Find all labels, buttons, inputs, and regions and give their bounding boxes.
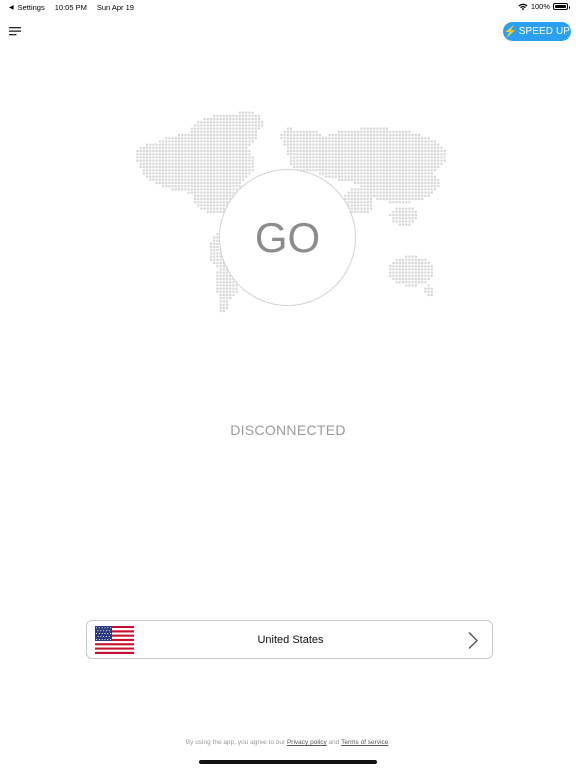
home-indicator	[199, 760, 377, 764]
go-connect-button[interactable]: GO	[219, 169, 356, 306]
go-label: GO	[254, 213, 321, 261]
status-bar: ◀ Settings 10:05 PM Sun Apr 19 100%	[0, 0, 576, 14]
privacy-policy-link[interactable]: Privacy policy	[287, 739, 327, 746]
terms-footer: By using the app, you agree to our Priva…	[0, 739, 576, 746]
footer-suffix: .	[388, 739, 391, 746]
back-arrow-icon: ◀	[9, 5, 14, 11]
battery-fill	[555, 5, 566, 8]
country-selector[interactable]: United States	[86, 620, 493, 659]
speed-up-button[interactable]: ⚡ SPEED UP	[503, 22, 571, 41]
connection-status: DISCONNECTED	[230, 422, 346, 438]
hamburger-menu-icon[interactable]	[8, 24, 24, 38]
chevron-right-icon	[468, 632, 478, 649]
back-label: Settings	[17, 3, 45, 12]
back-to-settings[interactable]: ◀ Settings 10:05 PM Sun Apr 19	[9, 3, 134, 12]
terms-of-service-link[interactable]: Terms of service	[341, 739, 388, 746]
country-name: United States	[257, 634, 324, 646]
battery-percent: 100%	[530, 2, 550, 11]
lightning-icon: ⚡	[503, 26, 518, 38]
footer-and: and	[328, 739, 340, 746]
screen: ◀ Settings 10:05 PM Sun Apr 19 100% ⚡ SP…	[0, 0, 576, 768]
status-right: 100%	[518, 2, 570, 11]
battery-icon	[553, 3, 570, 10]
status-date: Sun Apr 19	[96, 3, 134, 12]
speed-up-label: SPEED UP	[518, 26, 571, 37]
status-time: 10:05 PM	[54, 3, 87, 12]
wifi-icon	[518, 3, 528, 10]
footer-prefix: By using the app, you agree to our	[185, 739, 286, 746]
